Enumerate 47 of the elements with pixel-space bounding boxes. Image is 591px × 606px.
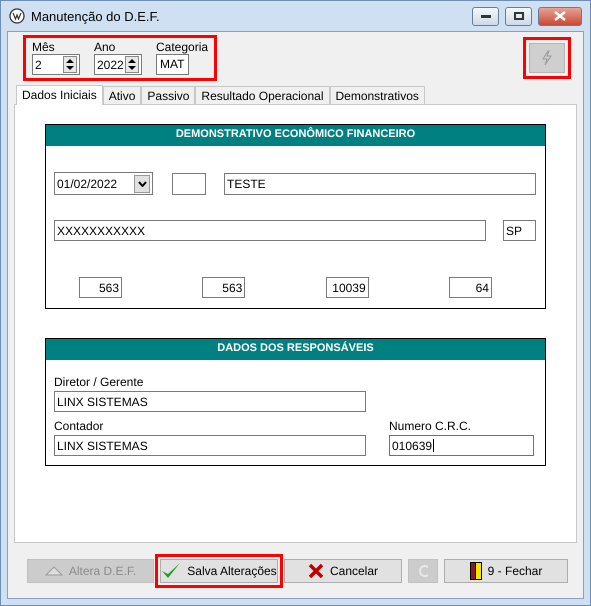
spin-arrows-icon[interactable] [125, 56, 139, 73]
field-label: Numero C.R.C. [389, 419, 472, 433]
check-icon [161, 562, 182, 580]
lightning-icon [541, 50, 553, 66]
spin-field[interactable]: 2022 [94, 54, 142, 75]
group-title: DEMONSTRATIVO ECONÔMICO FINANCEIRO [46, 125, 545, 146]
tab[interactable]: Ativo [102, 86, 142, 104]
input-field[interactable]: XXXXXXXXXXX [54, 220, 486, 241]
minimize-button[interactable] [472, 6, 499, 26]
input-field[interactable]: LINX SISTEMAS [54, 435, 366, 456]
date-dropdown[interactable]: 01/02/2022 [54, 172, 153, 195]
field-label: Mês [32, 41, 56, 54]
save-button[interactable]: Salva Alterações [160, 558, 278, 582]
field-label: Diretor / Gerente [54, 375, 144, 389]
cancel-button[interactable]: Cancelar [284, 558, 402, 582]
logo-icon [9, 8, 25, 24]
input-field[interactable]: MAT [156, 54, 189, 75]
input-field[interactable]: 010639 [389, 435, 534, 456]
tab[interactable]: Resultado Operacional [195, 86, 330, 104]
close-icon [554, 11, 566, 21]
window-title: Manutenção do D.E.F. [31, 8, 161, 24]
close-button[interactable] [538, 6, 582, 26]
tab[interactable]: Dados Iniciais [16, 85, 103, 105]
tab[interactable]: Passivo [141, 86, 196, 104]
group-title: DADOS DOS RESPONSÁVEIS [46, 339, 545, 360]
input-field[interactable]: LINX SISTEMAS [54, 391, 366, 412]
number-field[interactable]: 64 [448, 277, 492, 298]
close-button[interactable]: 9 - Fechar [444, 558, 568, 582]
input-field[interactable]: SP [503, 220, 536, 241]
minimize-icon [480, 14, 490, 18]
number-field[interactable]: 563 [202, 277, 246, 298]
number-field[interactable]: 563 [79, 277, 122, 298]
maximize-button[interactable] [505, 6, 532, 26]
input-field[interactable]: TESTE [224, 172, 536, 194]
spin-field[interactable]: 2 [32, 54, 80, 75]
spin-arrows-icon[interactable] [63, 56, 77, 73]
maximize-icon [514, 12, 524, 20]
triangle-icon [44, 566, 63, 576]
number-field[interactable]: 10039 [326, 277, 369, 298]
chevron-down-icon [138, 180, 146, 186]
tab[interactable]: Demonstrativos [330, 86, 425, 104]
field-label: Ano [94, 41, 116, 54]
x-icon [308, 562, 324, 578]
door-icon [470, 562, 482, 580]
field-label: Categoria [156, 41, 208, 54]
input-field[interactable] [172, 172, 206, 194]
field-label: Contador [54, 419, 104, 433]
